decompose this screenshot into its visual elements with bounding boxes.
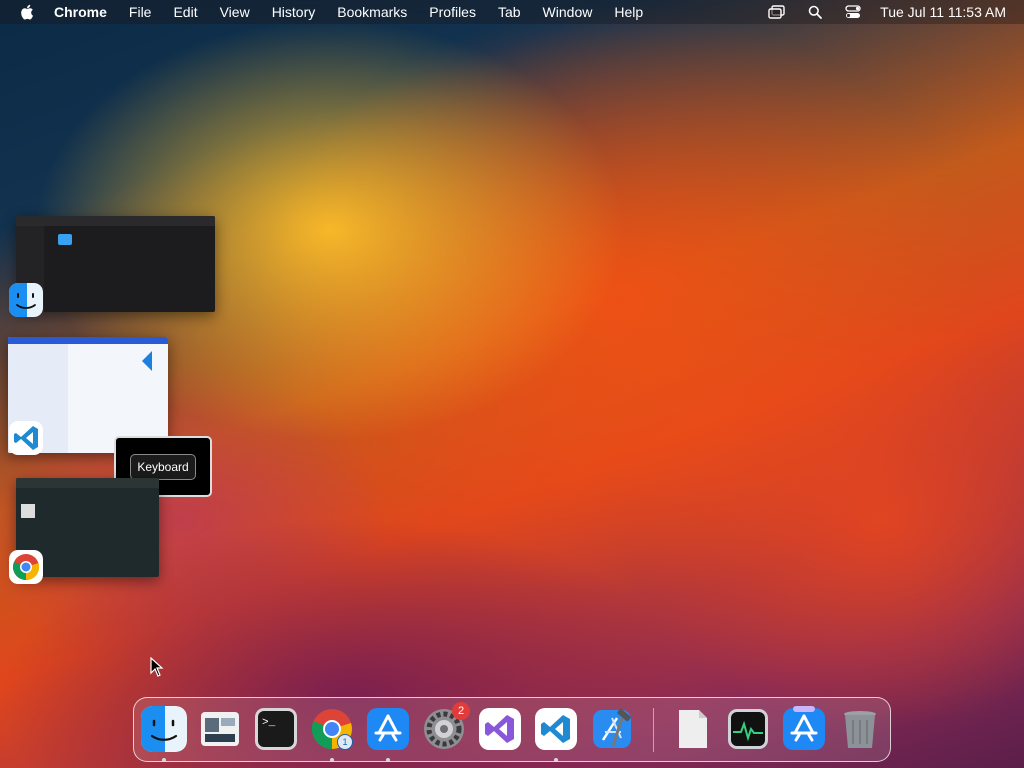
- menu-file[interactable]: File: [129, 4, 152, 20]
- finder-icon[interactable]: [141, 706, 187, 752]
- menu-history[interactable]: History: [272, 4, 316, 20]
- vscode-icon[interactable]: [533, 706, 579, 752]
- trash-icon[interactable]: [837, 706, 883, 752]
- menu-bookmarks[interactable]: Bookmarks: [337, 4, 407, 20]
- running-indicator: [386, 758, 390, 762]
- activity-monitor-icon[interactable]: [725, 706, 771, 752]
- menu-app-name[interactable]: Chrome: [54, 4, 107, 20]
- menu-window[interactable]: Window: [543, 4, 593, 20]
- menu-tab[interactable]: Tab: [498, 4, 521, 20]
- system-settings-badge: 2: [452, 702, 470, 720]
- chrome-download-badge: 1: [337, 734, 353, 750]
- apple-icon[interactable]: [20, 4, 34, 20]
- thumbnail-titlebar: [8, 337, 168, 344]
- window-manager-icon[interactable]: [197, 706, 243, 752]
- document-icon[interactable]: [669, 706, 715, 752]
- menu-clock[interactable]: Tue Jul 11 11:53 AM: [880, 4, 1006, 20]
- thumbnail-image: [21, 504, 35, 518]
- svg-text:>_: >_: [262, 717, 276, 729]
- mouse-cursor: [150, 657, 164, 677]
- flutter-logo-icon: [132, 351, 152, 371]
- thumbnail-titlebar: [16, 478, 159, 488]
- spotlight-search-icon[interactable]: [806, 5, 824, 19]
- app-store-beta-icon[interactable]: [781, 706, 827, 752]
- tooltip-label: Keyboard: [130, 453, 196, 480]
- visual-studio-icon[interactable]: [477, 706, 523, 752]
- control-center-icon[interactable]: [844, 5, 862, 19]
- menu-help[interactable]: Help: [614, 4, 643, 20]
- finder-icon[interactable]: [9, 283, 43, 317]
- running-indicator: [162, 758, 166, 762]
- screen-mirroring-icon[interactable]: [768, 5, 786, 19]
- running-indicator: [554, 758, 558, 762]
- chrome-icon[interactable]: [9, 550, 43, 584]
- dock-separator: [653, 708, 654, 752]
- finder-window-thumbnail[interactable]: [16, 216, 215, 312]
- menu-profiles[interactable]: Profiles: [429, 4, 476, 20]
- terminal-icon[interactable]: >_: [253, 706, 299, 752]
- dock: >_ 1 2: [133, 697, 891, 762]
- menu-view[interactable]: View: [220, 4, 250, 20]
- running-indicator: [330, 758, 334, 762]
- folder-icon: [58, 234, 72, 245]
- menu-edit[interactable]: Edit: [173, 4, 197, 20]
- menu-bar: Chrome File Edit View History Bookmarks …: [0, 0, 1024, 24]
- app-store-icon[interactable]: [365, 706, 411, 752]
- xcode-icon[interactable]: [589, 706, 635, 752]
- vscode-icon[interactable]: [9, 421, 43, 455]
- thumbnail-titlebar: [16, 216, 215, 226]
